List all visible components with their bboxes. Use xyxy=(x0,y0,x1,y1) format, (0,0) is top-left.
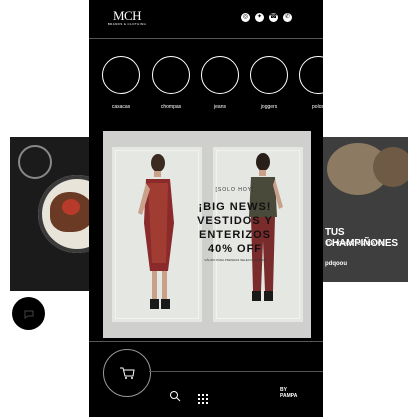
search-button[interactable] xyxy=(169,389,181,407)
story-circle xyxy=(201,56,239,94)
phone-icon[interactable]: ☎ xyxy=(269,13,278,22)
story-jeans[interactable]: jeans xyxy=(201,56,243,110)
story-label: jeans xyxy=(214,104,226,110)
logo-mark: MCH xyxy=(112,8,142,23)
grid-icon xyxy=(198,394,208,404)
promo-banner[interactable]: [SOLO HOY] ¡BIG NEWS! VESTIDOS Y ENTERIZ… xyxy=(103,131,311,338)
food-bowl-image xyxy=(373,147,408,187)
story-label: chompas xyxy=(160,104,182,110)
phone-screen: MCH BRANDS & CLOTHING ◎ ✦ ☎ ✆ casacas ch… xyxy=(89,0,323,417)
category-stories: casacas chompas jeans joggers polos xyxy=(102,56,323,116)
banner-headline-3: ENTERIZOS xyxy=(199,229,271,241)
story-circle xyxy=(299,56,323,94)
powered-by[interactable]: BY PAMPA xyxy=(280,387,297,399)
story-circle xyxy=(250,56,288,94)
right-promo-card: TUS CHAMPIÑONES DE TODOS TUS PLATOS pdqo… xyxy=(323,137,408,282)
footer-divider xyxy=(89,341,323,342)
search-icon xyxy=(170,391,181,402)
story-casacas[interactable]: casacas xyxy=(102,56,144,110)
story-joggers[interactable]: joggers xyxy=(250,56,292,110)
whatsapp-icon[interactable]: ✆ xyxy=(283,13,292,22)
chat-icon[interactable]: ◎ xyxy=(241,13,250,22)
plate-rim-decoration xyxy=(18,145,52,179)
messenger-icon[interactable]: ✦ xyxy=(255,13,264,22)
chat-bubble-button[interactable] xyxy=(12,297,45,330)
banner-headline-4: 40% OFF xyxy=(207,243,263,255)
banner-headline-1: ¡BIG NEWS! xyxy=(198,201,272,213)
cart-button[interactable] xyxy=(103,349,151,397)
banner-kicker: [SOLO HOY] xyxy=(215,187,255,193)
promo-subtitle: DE TODOS TUS PLATOS xyxy=(327,241,385,247)
logo-tagline: BRANDS & CLOTHING xyxy=(107,22,147,26)
food-garnish-image xyxy=(62,199,80,215)
menu-grid-button[interactable] xyxy=(198,391,210,409)
story-circle xyxy=(152,56,190,94)
story-chompas[interactable]: chompas xyxy=(152,56,194,110)
story-label: casacas xyxy=(111,104,131,110)
banner-fineprint: VÁLIDO PARA PRENDAS SELECCIONADAS xyxy=(204,258,266,262)
story-circle xyxy=(102,56,140,94)
header-divider xyxy=(89,38,323,39)
promo-brand: pdqoou xyxy=(325,261,347,267)
contact-icons: ◎ ✦ ☎ ✆ xyxy=(241,13,292,22)
cart-icon xyxy=(120,367,135,379)
banner-headline-2: VESTIDOS Y xyxy=(197,215,273,227)
left-food-card xyxy=(10,137,90,291)
brand-logo[interactable]: MCH BRANDS & CLOTHING xyxy=(105,9,149,29)
powered-by-brand: PAMPA xyxy=(280,393,298,399)
chat-bubble-icon xyxy=(24,310,33,319)
story-label: joggers xyxy=(260,104,278,110)
footer-rule xyxy=(149,371,323,372)
banner-copy: [SOLO HOY] ¡BIG NEWS! VESTIDOS Y ENTERIZ… xyxy=(165,187,305,262)
story-polos[interactable]: polos xyxy=(299,56,323,110)
story-label: polos xyxy=(312,104,323,110)
